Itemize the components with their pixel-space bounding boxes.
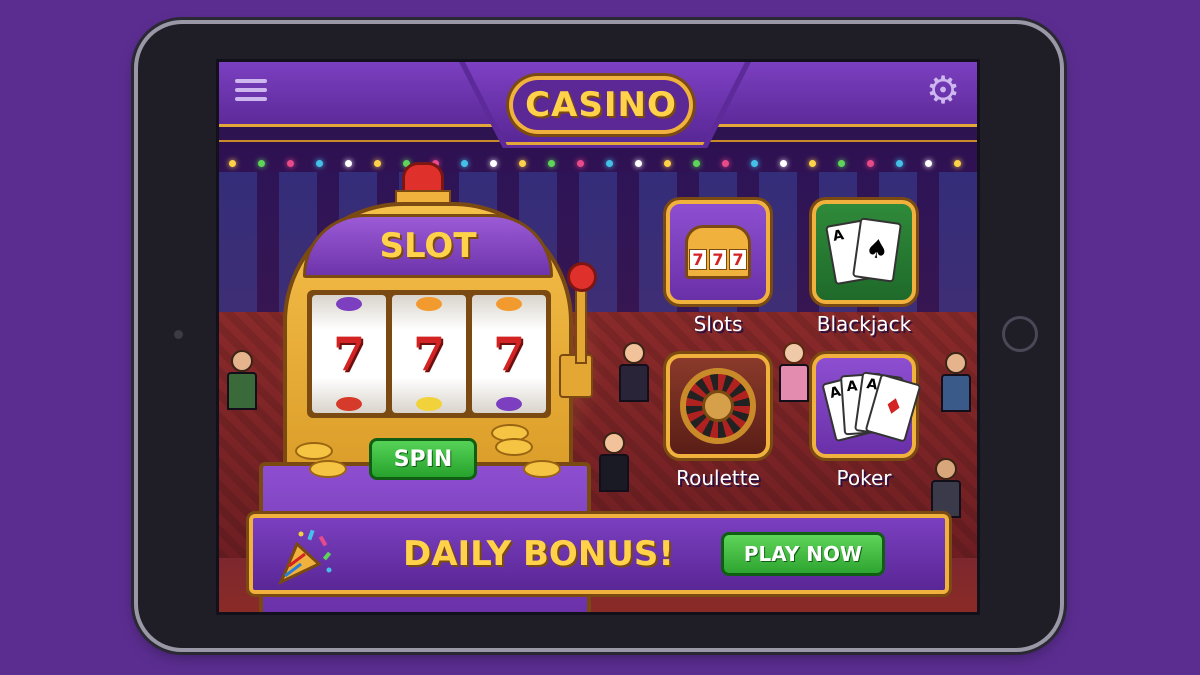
lemon-icon <box>416 397 442 411</box>
slot-machine-header: SLOT <box>303 214 553 278</box>
reel-1: 7 <box>312 295 386 413</box>
tablet-frame: ⚙ CASINO SLOT 7 7 7 SPIN 7 7 7 Slots A ♠… <box>138 24 1060 648</box>
game-tile-blackjack[interactable]: A ♠ Blackjack <box>809 200 919 336</box>
mini-slot-graphic: 7 7 7 <box>685 225 751 279</box>
plum-icon <box>336 297 362 311</box>
card-spade: ♠ <box>852 217 902 283</box>
light-bulb-icon <box>954 160 961 167</box>
light-bulb-icon <box>693 160 700 167</box>
light-bulb-icon <box>606 160 613 167</box>
orange-icon <box>416 297 442 311</box>
mini-reel: 7 <box>689 249 707 270</box>
cherry-icon <box>336 397 362 411</box>
roulette-wheel-icon[interactable] <box>666 354 770 458</box>
spin-button[interactable]: SPIN <box>369 438 477 480</box>
coin-icon <box>295 442 333 460</box>
game-tile-slots[interactable]: 7 7 7 Slots <box>663 200 773 336</box>
npc-woman <box>779 342 809 402</box>
reel-3: 7 <box>472 295 546 413</box>
game-label-poker: Poker <box>836 466 892 490</box>
slot-title: SLOT <box>379 226 477 266</box>
play-now-button[interactable]: PLAY NOW <box>721 532 885 576</box>
light-bulb-icon <box>316 160 323 167</box>
lever-knob-icon[interactable] <box>567 262 597 292</box>
light-bulb-icon <box>345 160 352 167</box>
light-bulb-icon <box>925 160 932 167</box>
roulette-wheel <box>680 368 756 444</box>
game-label-roulette: Roulette <box>676 466 760 490</box>
light-bulb-icon <box>258 160 265 167</box>
camera-dot <box>174 330 183 339</box>
daily-bonus-banner: DAILY BONUS! PLAY NOW <box>249 514 949 594</box>
light-bulb-icon <box>374 160 381 167</box>
light-bulb-icon <box>809 160 816 167</box>
string-lights <box>219 160 977 176</box>
home-button[interactable] <box>1002 316 1038 352</box>
light-bulb-icon <box>548 160 555 167</box>
plum-icon <box>496 397 522 411</box>
lever-rod[interactable] <box>575 280 587 364</box>
game-screen: ⚙ CASINO SLOT 7 7 7 SPIN 7 7 7 Slots A ♠… <box>216 59 980 615</box>
mini-reel: 7 <box>709 249 727 270</box>
light-bulb-icon <box>461 160 468 167</box>
slot-machine-icon[interactable]: 7 7 7 <box>666 200 770 304</box>
poker-cards-icon[interactable]: A A A ♦ <box>812 354 922 458</box>
reel-2: 7 <box>392 295 466 413</box>
game-label-slots: Slots <box>693 312 743 336</box>
light-bulb-icon <box>664 160 671 167</box>
reel-symbol: 7 <box>412 327 445 381</box>
light-bulb-icon <box>577 160 584 167</box>
coin-icon <box>309 460 347 478</box>
game-label-blackjack: Blackjack <box>816 312 912 336</box>
slot-reels: 7 7 7 <box>307 290 551 418</box>
logo-text: CASINO <box>513 80 689 130</box>
npc-man-glasses <box>931 458 961 518</box>
npc-player-left <box>227 350 257 410</box>
light-bulb-icon <box>896 160 903 167</box>
light-bulb-icon <box>838 160 845 167</box>
reel-symbol: 7 <box>332 327 365 381</box>
hamburger-menu-icon[interactable] <box>233 74 269 108</box>
light-bulb-icon <box>287 160 294 167</box>
light-bulb-icon <box>867 160 874 167</box>
game-tile-roulette[interactable]: Roulette <box>663 354 773 490</box>
light-bulb-icon <box>780 160 787 167</box>
light-bulb-icon <box>490 160 497 167</box>
npc-player-right <box>941 352 971 412</box>
npc-gentleman <box>619 342 649 402</box>
light-bulb-icon <box>635 160 642 167</box>
daily-bonus-title: DAILY BONUS! <box>403 534 674 574</box>
gear-icon[interactable]: ⚙ <box>923 70 963 110</box>
party-popper-icon <box>278 529 332 586</box>
mini-reel: 7 <box>729 249 747 270</box>
game-tile-poker[interactable]: A A A ♦ Poker <box>809 354 922 490</box>
light-bulb-icon <box>722 160 729 167</box>
orange-icon <box>496 297 522 311</box>
coin-icon <box>523 460 561 478</box>
coin-icon <box>495 438 533 456</box>
casino-logo: CASINO <box>509 76 693 134</box>
light-bulb-icon <box>519 160 526 167</box>
reel-symbol: 7 <box>492 327 525 381</box>
light-bulb-icon <box>229 160 236 167</box>
light-bulb-icon <box>751 160 758 167</box>
playing-cards-icon[interactable]: A ♠ <box>812 200 916 304</box>
